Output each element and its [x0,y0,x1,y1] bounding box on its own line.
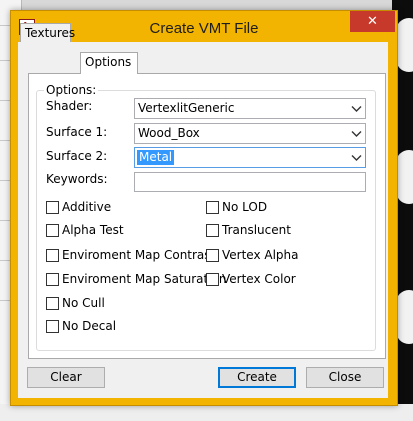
checkbox-label: Alpha Test [62,223,124,237]
shader-label: Shader: [46,99,93,113]
checkbox-label: Enviroment Map Contrast [62,248,216,262]
checkbox-label: Additive [62,200,112,214]
checkbox-label: Vertex Alpha [222,248,299,262]
tab-options[interactable]: Options [80,52,138,74]
checkbox-box[interactable] [46,201,59,214]
close-window-button[interactable]: ✕ [350,11,395,32]
surface1-value: Wood_Box [138,126,200,140]
close-button[interactable]: Close [306,367,384,388]
chevron-down-icon [351,106,362,112]
checkbox-box[interactable] [46,320,59,333]
background-shape [396,18,413,72]
background-divider [0,60,10,61]
create-button[interactable]: Create [218,367,296,388]
checkbox-label: Enviroment Map Saturation [62,272,227,286]
surface2-label: Surface 2: [46,149,108,163]
background-divider [0,100,10,101]
checkbox-label: Vertex Color [222,272,296,286]
options-group-title: Options: [44,83,99,97]
chevron-down-icon [351,131,362,137]
surface1-label: Surface 1: [46,125,108,139]
checkbox-box[interactable] [46,224,59,237]
checkbox-label: No Cull [62,296,105,310]
background-divider [0,140,10,141]
background-statusbar [0,404,413,421]
shader-value: VertexlitGeneric [138,101,235,115]
surface2-value: Metal [137,150,175,165]
keywords-label: Keywords: [46,172,108,186]
checkbox-box[interactable] [46,249,59,262]
clear-button[interactable]: Clear [27,367,105,388]
background-divider [0,25,10,26]
background-shape [396,290,413,344]
checkbox-box[interactable] [46,297,59,310]
surface2-dropdown[interactable]: Metal [134,147,366,168]
checkbox-label: Translucent [222,223,291,237]
keywords-input[interactable] [134,172,366,192]
checkbox-box[interactable] [46,273,59,286]
background-shape [396,150,413,204]
checkbox-box[interactable] [206,249,219,262]
background-divider [0,180,10,181]
background-divider [0,260,10,261]
checkbox-label: No LOD [222,200,268,214]
tab-textures[interactable]: Textures [20,23,75,42]
checkbox-box[interactable] [206,201,219,214]
checkbox-label: No Decal [62,319,117,333]
chevron-down-icon [351,155,362,161]
shader-dropdown[interactable]: VertexlitGeneric [134,98,366,119]
checkbox-box[interactable] [206,224,219,237]
surface1-dropdown[interactable]: Wood_Box [134,123,366,144]
background-divider [0,300,10,301]
checkbox-box[interactable] [206,273,219,286]
background-divider [0,220,10,221]
